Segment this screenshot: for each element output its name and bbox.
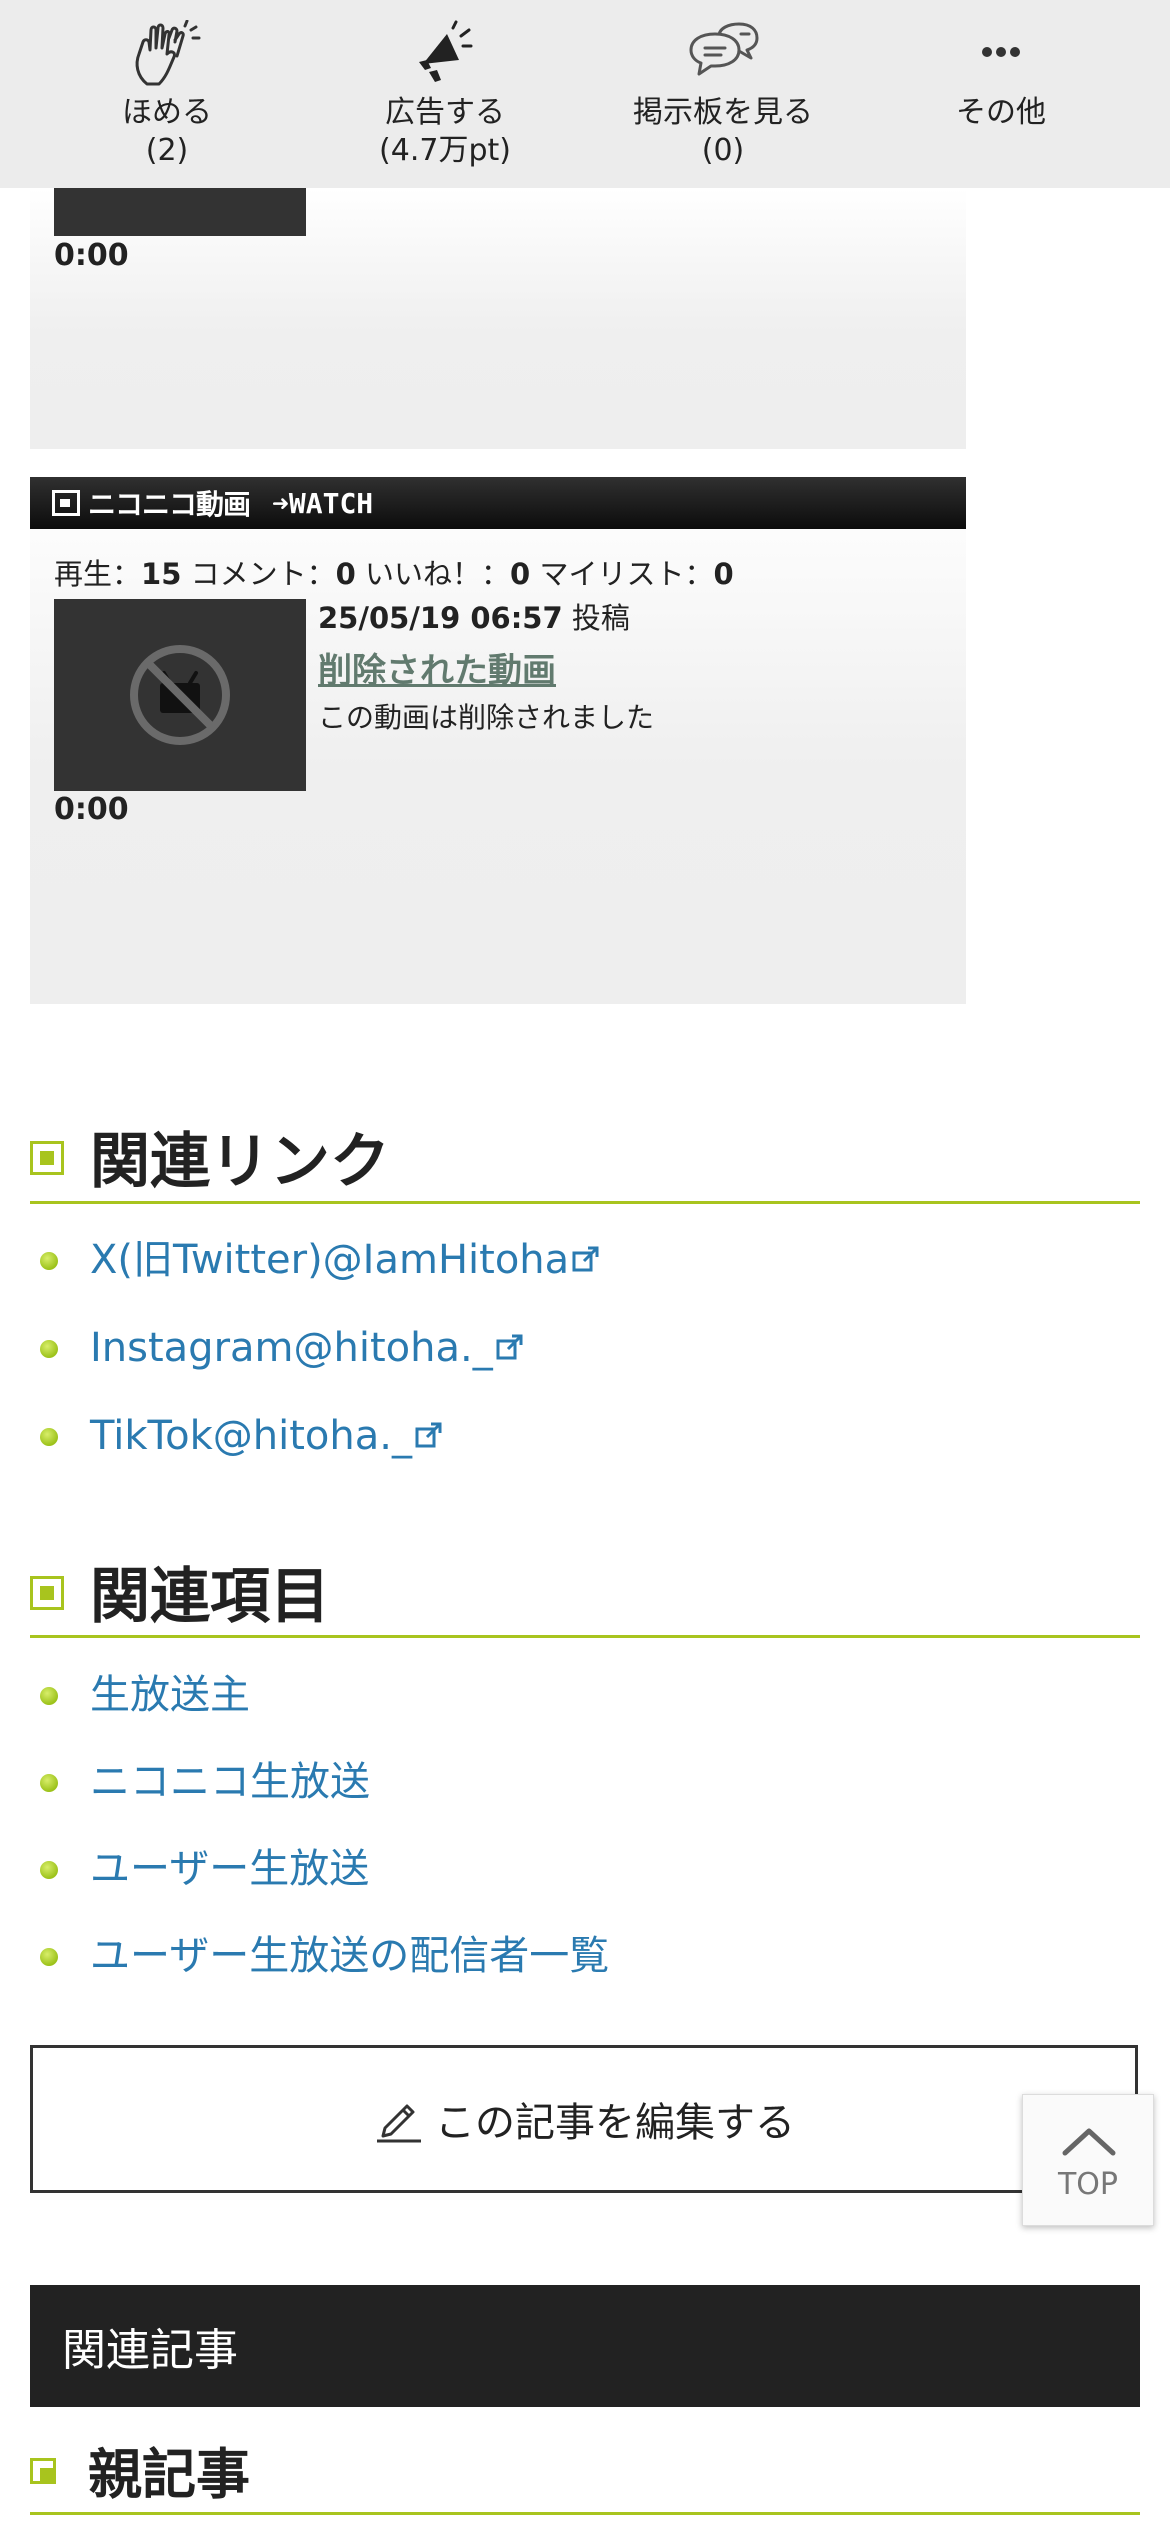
edit-article-label: この記事を編集する [435, 2100, 795, 2146]
scroll-top-label: TOP [1057, 2167, 1119, 2202]
more-dots-icon [982, 47, 1020, 57]
more-label: その他 [956, 95, 1046, 130]
related-articles-heading: 関連記事 [62, 2325, 238, 2376]
mylist-count: 0 [713, 557, 734, 591]
view-board-button[interactable]: 掲示板を見る (0) [584, 0, 862, 188]
praise-button[interactable]: ほめる (2) [28, 0, 306, 188]
speech-bubbles-icon [689, 22, 759, 76]
action-bar: ほめる (2) 広告する (4.7万pt) 掲示板を見る (0) その他 [0, 0, 1170, 188]
video-stats: 再生：15 コメント：0 いいね！：0 マイリスト：0 [54, 551, 734, 593]
external-link-icon [415, 1422, 442, 1448]
video-meta: 25/05/19 06:57 投稿 削除された動画 この動画は削除されました [318, 595, 938, 736]
related-item-link[interactable]: ユーザー生放送 [90, 1839, 369, 1899]
video-card: ニコニコ動画 ➜WATCH 再生：15 コメント：0 いいね！：0 マイリスト：… [30, 477, 966, 1004]
external-link-icon [496, 1334, 523, 1360]
related-item-link[interactable]: 生放送主 [90, 1665, 250, 1725]
posted-info: 25/05/19 06:57 投稿 [318, 595, 938, 637]
megaphone-icon [419, 20, 473, 82]
advertise-button[interactable]: 広告する (4.7万pt) [306, 0, 584, 188]
bullet-icon [40, 1252, 58, 1270]
related-items-heading-text: 関連項目 [90, 1561, 330, 1632]
posted-label: 投稿 [571, 601, 630, 635]
video-card: 0:00 [30, 188, 966, 449]
comment-label: コメント： [190, 557, 336, 591]
video-thumbnail[interactable] [54, 188, 306, 236]
niconico-tv-icon [52, 490, 80, 516]
more-button[interactable]: その他 [862, 0, 1140, 188]
praise-count: (2) [145, 133, 189, 168]
advertise-label: 広告する [385, 95, 505, 130]
play-count: 15 [141, 557, 182, 591]
advertise-count: (4.7万pt) [379, 133, 511, 168]
chevron-up-icon [1062, 2128, 1116, 2156]
watch-link[interactable]: ➜WATCH [272, 487, 373, 520]
comment-count: 0 [335, 557, 356, 591]
bullet-icon [40, 1774, 58, 1792]
bullet-icon [40, 1948, 58, 1966]
bullet-icon [40, 1861, 58, 1879]
niconico-logo: ニコニコ動画 [52, 483, 251, 523]
link-instagram[interactable]: Instagram@hitoha._ [90, 1318, 525, 1378]
parent-article-heading: 親記事 [30, 2430, 1140, 2515]
related-links-heading-text: 関連リンク [90, 1126, 390, 1197]
like-count: 0 [510, 557, 531, 591]
praise-label: ほめる [122, 95, 212, 130]
niconico-watch-header[interactable]: ニコニコ動画 ➜WATCH [30, 477, 966, 529]
video-unavailable-icon [130, 645, 230, 745]
related-items-heading: 関連項目 [30, 1550, 1140, 1638]
play-label: 再生： [54, 557, 142, 591]
pencil-icon [377, 2104, 421, 2143]
posted-date: 25/05/19 06:57 [318, 601, 563, 635]
like-label: いいね！： [365, 557, 511, 591]
video-duration: 0:00 [54, 792, 129, 827]
link-x-twitter[interactable]: X(旧Twitter)@IamHitoha [90, 1230, 601, 1290]
mylist-label: マイリスト： [539, 557, 714, 591]
view-board-label: 掲示板を見る [633, 95, 813, 130]
heading-square-icon [30, 2458, 56, 2484]
link-tiktok[interactable]: TikTok@hitoha._ [90, 1406, 444, 1466]
clap-hands-icon [135, 20, 201, 86]
related-articles-bar: 関連記事 [30, 2285, 1140, 2407]
scroll-top-button[interactable]: TOP [1022, 2094, 1154, 2226]
heading-square-icon [30, 1575, 64, 1610]
bullet-icon [40, 1687, 58, 1705]
view-board-count: (0) [701, 133, 745, 168]
related-links-heading: 関連リンク [30, 1115, 1140, 1204]
video-duration: 0:00 [54, 238, 129, 273]
edit-article-button[interactable]: この記事を編集する [30, 2045, 1138, 2193]
related-item-link[interactable]: ニコニコ生放送 [90, 1752, 370, 1812]
niconico-logo-text: ニコニコ動画 [88, 488, 251, 521]
bullet-icon [40, 1340, 58, 1358]
video-thumbnail[interactable] [54, 599, 306, 791]
video-description: この動画は削除されました [318, 701, 655, 734]
heading-square-icon [30, 1141, 64, 1175]
related-item-link[interactable]: ユーザー生放送の配信者一覧 [90, 1926, 609, 1986]
parent-article-heading-text: 親記事 [88, 2442, 250, 2506]
video-title-link[interactable]: 削除された動画 [318, 643, 938, 692]
external-link-icon [572, 1246, 599, 1272]
bullet-icon [40, 1428, 58, 1446]
